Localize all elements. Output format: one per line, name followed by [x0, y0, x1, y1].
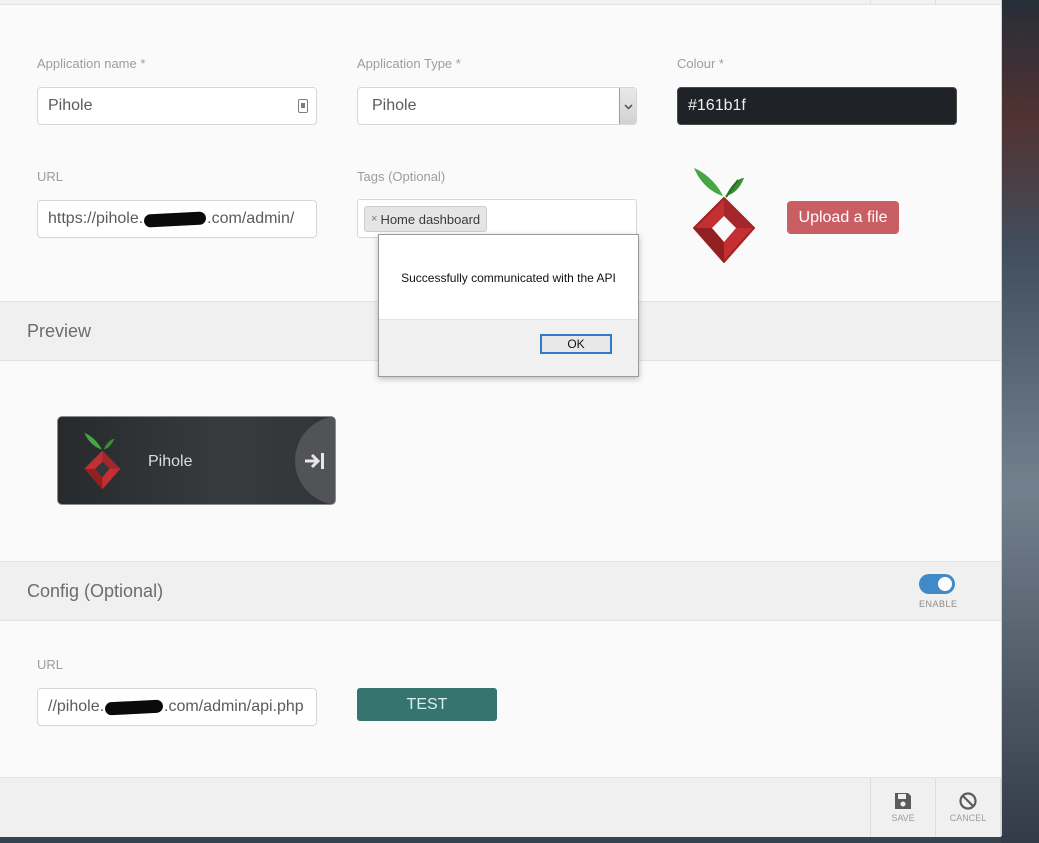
alert-message: Successfully communicated with the API [401, 271, 616, 285]
alert-footer: OK [379, 319, 638, 376]
ok-button[interactable]: OK [540, 334, 612, 354]
modal-backdrop [0, 0, 1039, 843]
alert-dialog: Successfully communicated with the API O… [378, 234, 639, 377]
